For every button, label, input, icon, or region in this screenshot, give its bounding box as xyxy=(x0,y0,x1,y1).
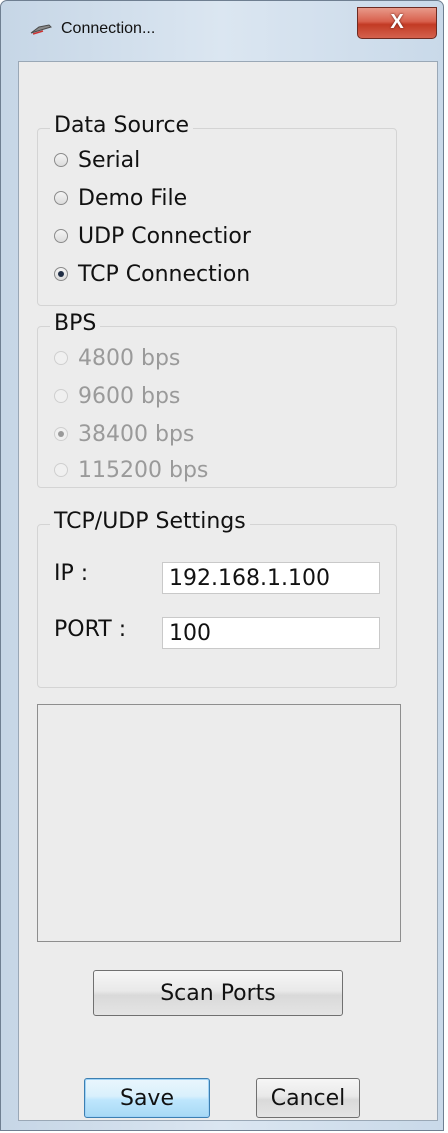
dialog-window: Connection... X Data Source Serial Demo … xyxy=(0,0,444,1131)
radio-button[interactable] xyxy=(54,351,68,365)
ip-label: IP : xyxy=(54,561,89,586)
radio-label: Serial xyxy=(78,147,141,173)
port-list-box[interactable] xyxy=(37,704,401,942)
close-button[interactable]: X xyxy=(357,7,437,39)
radio-button[interactable] xyxy=(54,463,68,477)
scan-ports-button[interactable]: Scan Ports xyxy=(93,970,343,1016)
radio-label: 4800 bps xyxy=(78,345,181,371)
radio-tcp-connection[interactable]: TCP Connection xyxy=(54,259,250,289)
radio-115200[interactable]: 115200 bps xyxy=(54,455,208,485)
tcp-udp-settings-title: TCP/UDP Settings xyxy=(50,509,250,534)
radio-button[interactable] xyxy=(54,389,68,403)
bps-title: BPS xyxy=(50,311,101,336)
data-source-title: Data Source xyxy=(50,113,194,138)
radio-label: UDP Connectior xyxy=(78,223,251,249)
port-label: PORT : xyxy=(54,617,127,642)
radio-label: 9600 bps xyxy=(78,383,181,409)
radio-label: 38400 bps xyxy=(78,421,195,447)
radio-4800[interactable]: 4800 bps xyxy=(54,343,180,373)
radio-button[interactable] xyxy=(54,191,68,205)
ip-input[interactable]: 192.168.1.100 xyxy=(162,562,380,594)
radio-button-checked[interactable] xyxy=(54,267,68,281)
radio-serial[interactable]: Serial xyxy=(54,145,140,175)
radio-9600[interactable]: 9600 bps xyxy=(54,381,180,411)
radio-demo-file[interactable]: Demo File xyxy=(54,183,187,213)
radio-label: Demo File xyxy=(78,185,188,211)
radio-label: TCP Connection xyxy=(78,261,251,287)
radio-label: 115200 bps xyxy=(78,457,209,483)
radio-button[interactable] xyxy=(54,153,68,167)
window-title: Connection... xyxy=(61,20,156,37)
app-icon xyxy=(29,19,53,37)
radio-button-checked[interactable] xyxy=(54,427,68,441)
bps-group: BPS 4800 bps 9600 bps 38400 bps 115200 b… xyxy=(37,311,397,488)
title-bar[interactable]: Connection... X xyxy=(7,7,439,47)
save-button[interactable]: Save xyxy=(84,1078,210,1118)
radio-button[interactable] xyxy=(54,229,68,243)
dialog-body: Data Source Serial Demo File UDP Connect… xyxy=(18,61,438,1121)
cancel-button[interactable]: Cancel xyxy=(256,1078,360,1118)
radio-38400[interactable]: 38400 bps xyxy=(54,419,194,449)
close-icon: X xyxy=(390,11,404,33)
data-source-group: Data Source Serial Demo File UDP Connect… xyxy=(37,113,397,306)
port-input[interactable]: 100 xyxy=(162,617,380,649)
radio-udp-connection[interactable]: UDP Connectior xyxy=(54,221,251,251)
tcp-udp-settings-group: TCP/UDP Settings IP : 192.168.1.100 PORT… xyxy=(37,509,397,688)
